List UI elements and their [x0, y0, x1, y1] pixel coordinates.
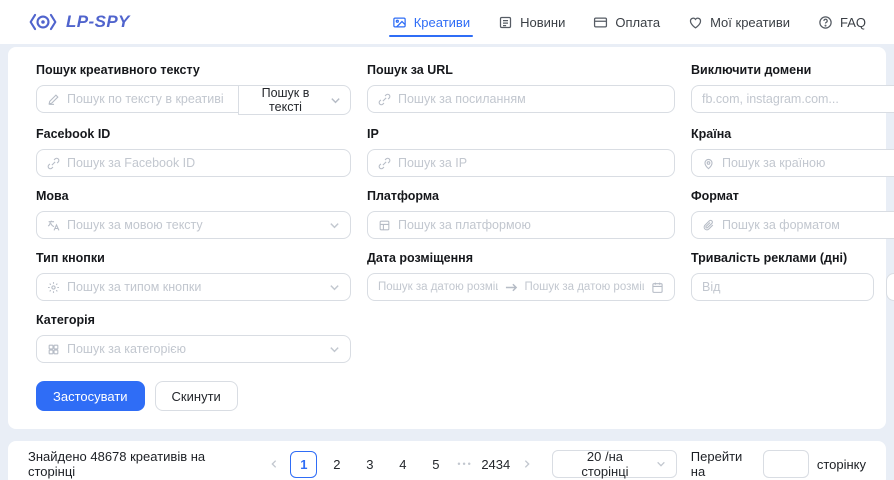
chevron-down-icon [656, 459, 666, 469]
filter-creative-text: Пошук креативного тексту Пошук в тексті [36, 55, 351, 115]
pencil-icon [47, 93, 60, 106]
duration-from-input[interactable] [702, 280, 863, 294]
text-search-mode-select[interactable]: Пошук в тексті [238, 85, 351, 115]
filter-ip: IP [367, 119, 675, 177]
page-button-3[interactable]: 3 [356, 451, 383, 478]
page-size-value: 20 /на сторінці [563, 449, 647, 479]
filter-exclude-domains: Виключити домени [691, 55, 894, 115]
location-pin-icon [702, 157, 715, 170]
field-label: Тип кнопки [36, 251, 351, 265]
link-icon [47, 157, 60, 170]
tab-label: Мої креативи [710, 15, 790, 30]
goto-page-input[interactable] [763, 450, 809, 478]
grid-icon [378, 219, 391, 232]
facebook-id-input[interactable] [67, 156, 340, 170]
tab-creatives[interactable]: Креативи [392, 0, 470, 44]
mode-label: Пошук в тексті [248, 86, 323, 114]
page-button-5[interactable]: 5 [422, 451, 449, 478]
arrow-right-icon [505, 281, 518, 294]
format-input[interactable] [722, 218, 894, 232]
filter-url: Пошук за URL [367, 55, 675, 115]
filter-placement-date: Дата розміщення [367, 243, 675, 301]
field-label: IP [367, 127, 675, 141]
date-to-input[interactable] [525, 281, 645, 293]
apply-button[interactable]: Застосувати [36, 381, 145, 411]
tab-my-creatives[interactable]: Мої креативи [688, 0, 790, 44]
page-button-4[interactable]: 4 [389, 451, 416, 478]
tab-news[interactable]: Новини [498, 0, 565, 44]
page-size-select[interactable]: 20 /на сторінці [552, 450, 677, 478]
tab-faq[interactable]: FAQ [818, 0, 866, 44]
chevron-down-icon [329, 220, 340, 231]
ip-input[interactable] [398, 156, 664, 170]
filter-facebook-id: Facebook ID [36, 119, 351, 177]
pagination-prev-button[interactable] [263, 451, 284, 477]
app-header: LP-SPY Креативи Новини Оплата Мої креати… [0, 0, 894, 44]
results-bar: Знайдено 48678 креативів на сторінці 1 2… [8, 441, 886, 480]
field-label: Категорія [36, 313, 351, 327]
filters-panel: Пошук креативного тексту Пошук в тексті … [8, 47, 886, 429]
pagination-ellipsis[interactable]: ••• [457, 459, 472, 469]
field-label: Тривалість реклами (дні) [691, 251, 894, 265]
tab-label: Креативи [414, 15, 470, 30]
chevron-down-icon [330, 95, 341, 106]
exclude-domains-input[interactable] [702, 92, 894, 106]
results-summary: Знайдено 48678 креативів на сторінці [28, 449, 249, 479]
page-button-1[interactable]: 1 [290, 451, 317, 478]
goto-suffix: сторінку [817, 457, 866, 472]
button-type-input[interactable] [67, 280, 322, 294]
tab-label: FAQ [840, 15, 866, 30]
goto-prefix: Перейти на [691, 449, 755, 479]
field-label: Пошук за URL [367, 63, 675, 77]
field-label: Формат [691, 189, 894, 203]
field-label: Виключити домени [691, 63, 894, 77]
eye-logo-icon [28, 12, 58, 32]
filter-country: Країна [691, 119, 894, 177]
tab-label: Оплата [615, 15, 660, 30]
filter-platform: Платформа [367, 181, 675, 239]
chevron-down-icon [329, 344, 340, 355]
heart-icon [688, 15, 703, 30]
tab-label: Новини [520, 15, 565, 30]
gear-icon [47, 281, 60, 294]
country-input[interactable] [722, 156, 894, 170]
url-input[interactable] [398, 92, 664, 106]
calendar-icon [651, 281, 664, 294]
platform-input[interactable] [398, 218, 664, 232]
field-label: Платформа [367, 189, 675, 203]
translate-icon [47, 219, 60, 232]
filter-ad-duration: Тривалість реклами (дні) [691, 243, 894, 301]
filter-button-type: Тип кнопки [36, 243, 351, 301]
brand-logo[interactable]: LP-SPY [28, 12, 130, 32]
paperclip-icon [702, 219, 715, 232]
field-label: Facebook ID [36, 127, 351, 141]
creative-text-input[interactable] [67, 92, 228, 106]
date-from-input[interactable] [378, 281, 498, 293]
filter-language: Мова [36, 181, 351, 239]
reset-button[interactable]: Скинути [155, 381, 238, 411]
link-icon [378, 93, 391, 106]
language-input[interactable] [67, 218, 322, 232]
question-circle-icon [818, 15, 833, 30]
field-label: Пошук креативного тексту [36, 63, 351, 77]
news-icon [498, 15, 513, 30]
brand-name: LP-SPY [66, 12, 130, 32]
field-label: Країна [691, 127, 894, 141]
filter-category: Категорія [36, 305, 351, 363]
goto-page: Перейти на сторінку [691, 449, 866, 479]
link-icon [378, 157, 391, 170]
category-grid-icon [47, 343, 60, 356]
main-nav: Креативи Новини Оплата Мої креативи FAQ [392, 0, 866, 44]
picture-icon [392, 15, 407, 30]
pagination-next-button[interactable] [517, 451, 538, 477]
field-label: Дата розміщення [367, 251, 675, 265]
credit-card-icon [593, 15, 608, 30]
chevron-down-icon [329, 282, 340, 293]
filter-format: Формат [691, 181, 894, 239]
page-button-last[interactable]: 2434 [481, 451, 511, 478]
category-input[interactable] [67, 342, 322, 356]
field-label: Мова [36, 189, 351, 203]
page-button-2[interactable]: 2 [323, 451, 350, 478]
tab-payment[interactable]: Оплата [593, 0, 660, 44]
